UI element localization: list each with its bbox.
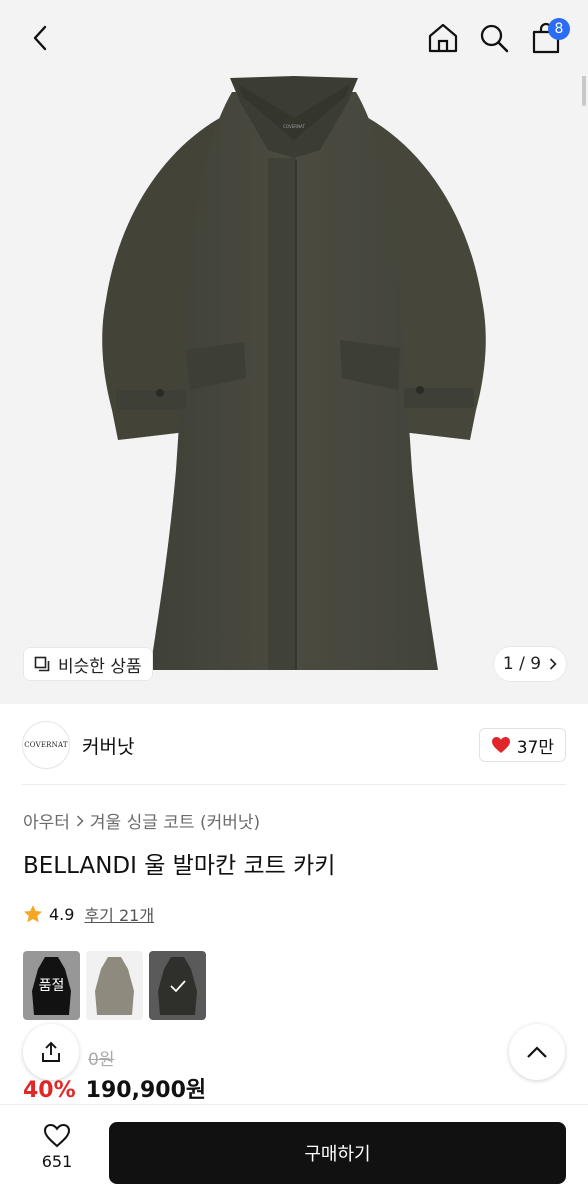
image-pager[interactable]: 1 / 9 <box>494 647 566 681</box>
heart-outline-icon <box>43 1123 71 1148</box>
wishlist-button[interactable]: 651 <box>28 1123 86 1171</box>
home-button[interactable] <box>423 16 463 60</box>
brand-name[interactable]: 커버낫 <box>82 732 134 759</box>
brand-row[interactable]: COVERNAT 커버낫 37만 <box>22 720 566 770</box>
soldout-label: 품절 <box>38 978 65 994</box>
similar-products-button[interactable]: 비슷한 상품 <box>24 648 152 680</box>
bottom-action-bar: 651 구매하기 <box>0 1104 588 1200</box>
review-count-link[interactable]: 후기 21개 <box>84 902 154 926</box>
share-icon <box>42 1041 60 1062</box>
product-title: BELLANDI 울 발마칸 코트 카키 <box>23 853 336 879</box>
chevron-up-icon <box>527 1046 547 1058</box>
cart-button[interactable]: 8 <box>526 16 570 60</box>
coat-brand-print: COVERNAT <box>283 124 305 129</box>
top-navigation-bar: 8 <box>0 0 588 76</box>
heart-filled-icon <box>491 737 510 753</box>
brand-logo[interactable]: COVERNAT <box>22 721 70 769</box>
swatch-grey-khaki-image <box>86 951 143 1020</box>
cart-count-badge: 8 <box>548 18 570 40</box>
back-button[interactable] <box>20 16 60 60</box>
scroll-top-button[interactable] <box>509 1024 565 1080</box>
similar-products-label: 비슷한 상품 <box>58 656 142 677</box>
star-icon <box>24 905 42 923</box>
check-icon <box>169 979 186 992</box>
rating-score: 4.9 <box>49 904 75 924</box>
home-icon <box>428 23 458 53</box>
swatch-khaki-selected[interactable] <box>149 951 206 1020</box>
coat-product-image: COVERNAT <box>102 76 486 670</box>
breadcrumb-item-outer[interactable]: 아우터 <box>23 808 70 833</box>
buy-button[interactable]: 구매하기 <box>109 1122 566 1184</box>
copy-icon <box>34 656 50 672</box>
breadcrumb: 아우터 겨울 싱글 코트 (커버낫) <box>23 808 260 833</box>
search-icon <box>480 24 509 53</box>
color-swatches: 품절 <box>23 951 206 1020</box>
pager-text: 1 / 9 <box>502 654 542 674</box>
wishlist-count: 651 <box>41 1152 73 1171</box>
brand-like-count: 37만 <box>516 737 554 758</box>
chevron-right-icon <box>550 658 557 670</box>
swatch-grey-khaki[interactable] <box>86 951 143 1020</box>
divider <box>22 784 566 785</box>
share-button[interactable] <box>23 1024 79 1080</box>
brand-like-button[interactable]: 37만 <box>478 728 566 762</box>
product-image-gallery[interactable]: COVERNAT 비슷한 상품 1 / 9 <box>0 0 588 704</box>
discount-rate: 40% <box>23 1078 76 1103</box>
original-price: 0원 <box>88 1050 115 1070</box>
sale-price: 190,900원 <box>85 1078 207 1103</box>
swatch-black[interactable]: 품절 <box>23 951 80 1020</box>
breadcrumb-item-category[interactable]: 겨울 싱글 코트 (커버낫) <box>90 808 260 833</box>
chevron-left-icon <box>33 25 47 51</box>
search-button[interactable] <box>474 16 514 60</box>
rating-summary[interactable]: 4.9 후기 21개 <box>23 902 154 926</box>
chevron-right-icon <box>76 814 84 827</box>
